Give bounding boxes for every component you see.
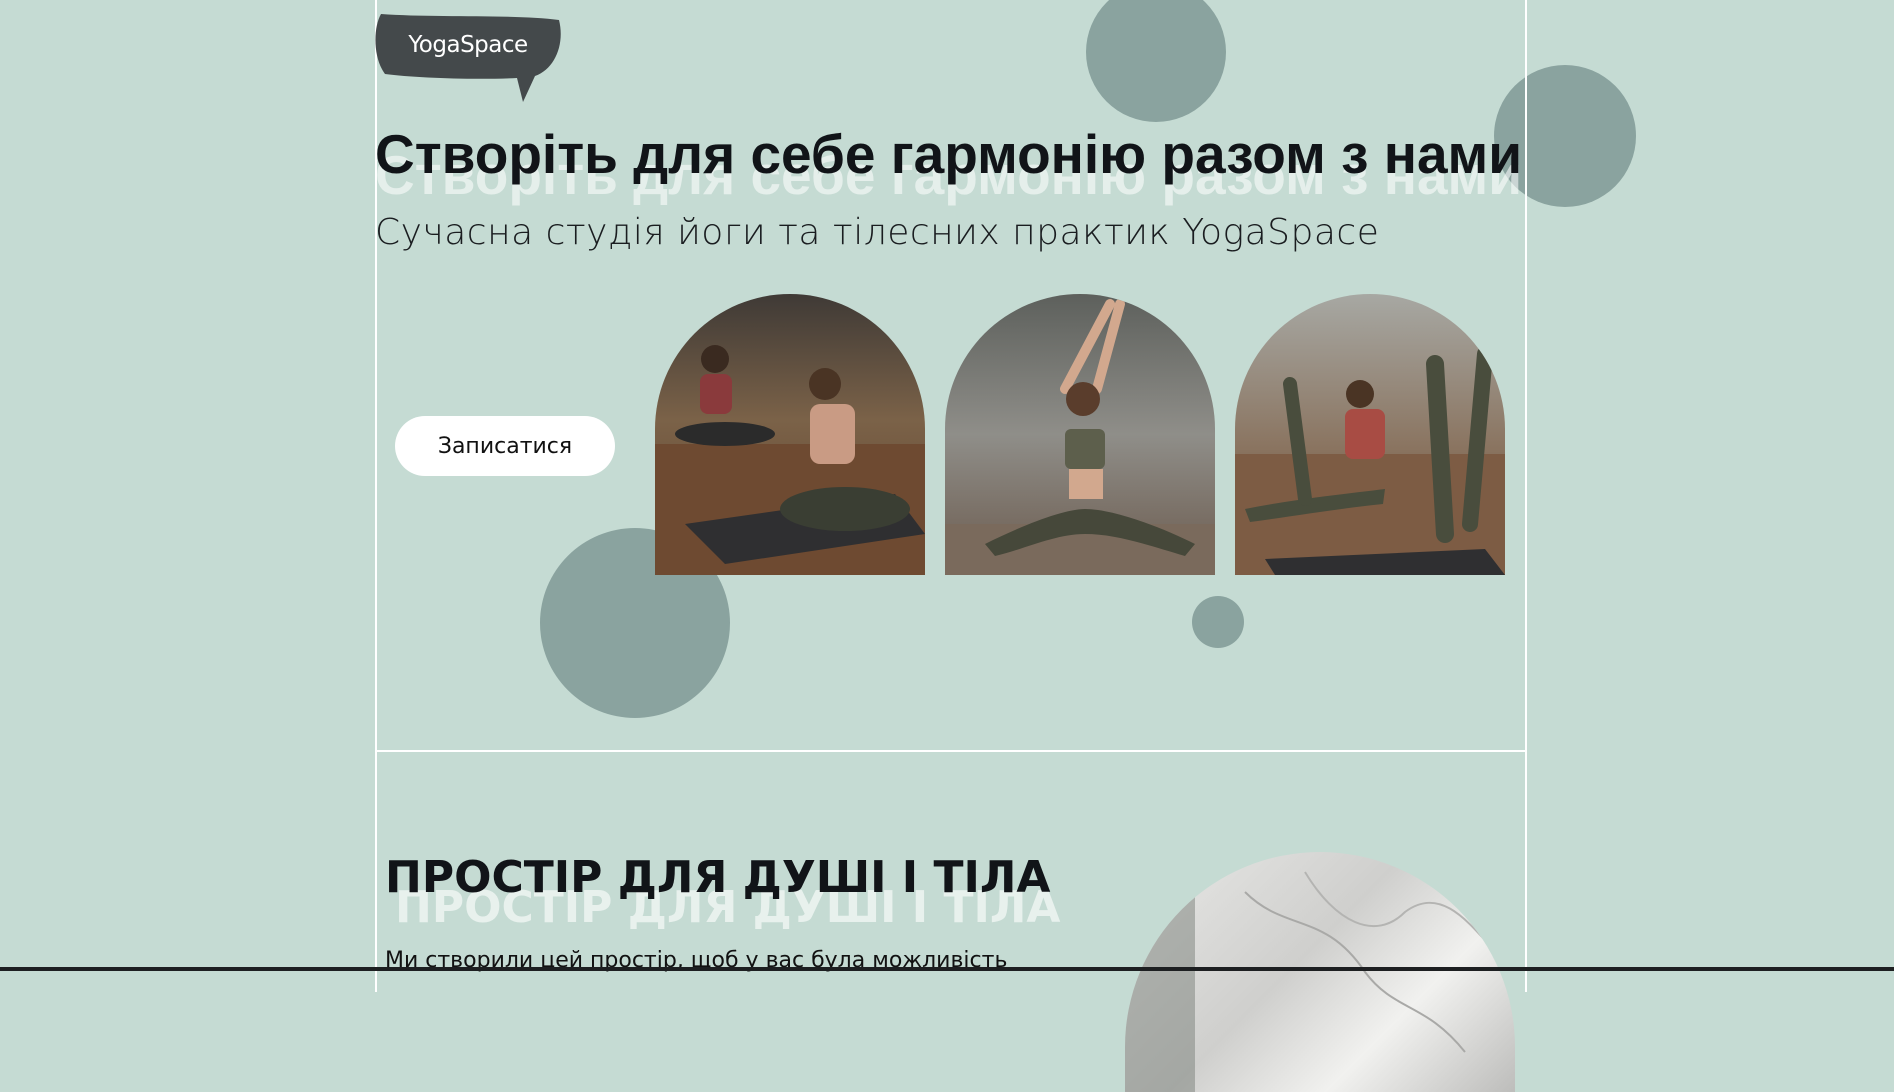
women-leg-stretch-photo [1235,294,1505,575]
logo-text: YogaSpace [408,32,528,58]
two-women-yoga-mats-photo [655,294,925,575]
woman-arms-raised-stretch-photo [945,294,1215,575]
logo-link[interactable]: YogaSpace [375,14,563,104]
bottom-bar [0,967,1894,971]
logo-shape [375,14,561,102]
signup-button[interactable]: Записатися [395,416,615,476]
hero-subtitle: Сучасна студія йоги та тілесних практик … [375,212,1380,253]
section-title: ПРОСТІР ДЛЯ ДУШІ І ТІЛА [385,852,1051,903]
hero-title: Створіть для себе гармонію разом з нами [375,123,1523,185]
